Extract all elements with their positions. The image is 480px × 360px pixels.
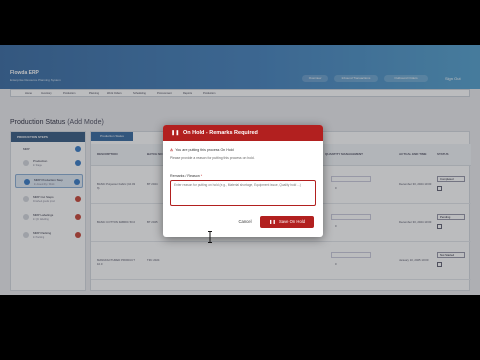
dialog-header: ❚❚ On Hold - Remarks Required <box>163 125 323 141</box>
warning-icon: ⚠ <box>170 148 174 152</box>
remarks-input[interactable] <box>170 180 316 206</box>
warning-message: ⚠ You are putting this process On Hold <box>170 148 234 152</box>
save-label: Save On Hold <box>278 219 306 224</box>
warning-text: You are putting this process On Hold <box>175 148 234 152</box>
help-text: Please provide a reason for putting this… <box>170 156 255 160</box>
remarks-label-text: Remarks / Reason <box>170 174 200 178</box>
on-hold-dialog: ❚❚ On Hold - Remarks Required ⚠ You are p… <box>163 125 323 237</box>
app-window: Flowda ERP Enterprise Resource Planning … <box>0 45 480 295</box>
text-cursor-icon <box>208 231 212 243</box>
pause-icon: ❚❚ <box>268 219 276 224</box>
remarks-label: Remarks / Reason * <box>170 174 202 178</box>
required-mark: * <box>200 174 203 178</box>
pause-icon: ❚❚ <box>171 130 180 136</box>
cancel-button[interactable]: Cancel <box>233 217 257 227</box>
save-on-hold-button[interactable]: ❚❚ Save On Hold <box>260 216 314 228</box>
dialog-title: On Hold - Remarks Required <box>183 130 258 136</box>
